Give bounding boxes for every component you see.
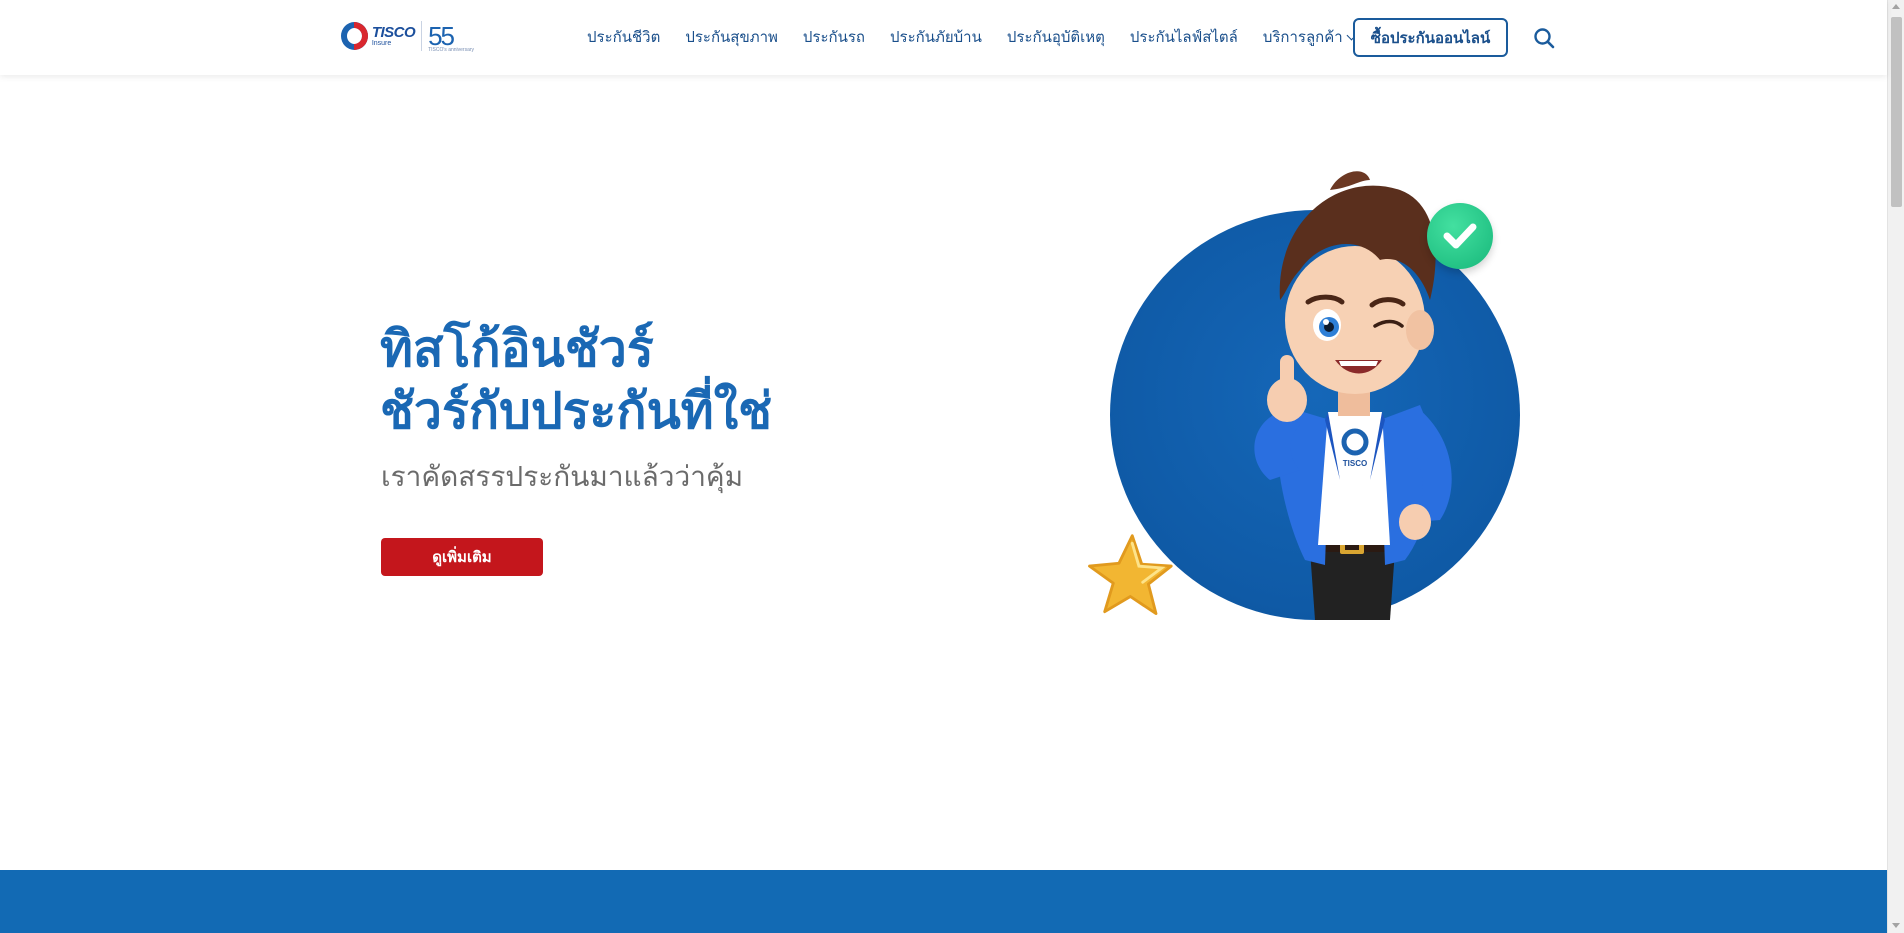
scroll-up-arrow-icon[interactable] — [1892, 4, 1900, 9]
star-icon — [1088, 534, 1173, 616]
hero-title: ทิสโก้อินชัวร์ ชัวร์กับประกันที่ใช่ — [380, 318, 900, 442]
checkmark-badge-icon — [1427, 203, 1493, 269]
tisco-logo[interactable]: TISCO Insure 55 TISCO's anniversary — [341, 19, 475, 53]
svg-text:TISCO: TISCO — [1343, 459, 1367, 468]
nav-item-lifestyle-insurance[interactable]: ประกันไลฟ์สไตล์ — [1130, 25, 1238, 49]
hero-subtitle: เราคัดสรรประกันมาแล้วว่าคุ้ม — [381, 460, 744, 493]
nav-item-customer-service[interactable]: บริการลูกค้า — [1262, 25, 1357, 49]
nav-item-car-insurance[interactable]: ประกันรถ — [803, 25, 865, 49]
tisco-logo-mark — [341, 22, 368, 50]
buy-online-button[interactable]: ซื้อประกันออนไลน์ — [1353, 18, 1508, 57]
hero-title-line2: ชัวร์กับประกันที่ใช่ — [380, 382, 773, 440]
hero-illustration: TISCO — [1080, 150, 1520, 650]
hero-title-line1: ทิสโก้อินชัวร์ — [380, 320, 654, 378]
site-header: TISCO Insure 55 TISCO's anniversary ประก… — [0, 0, 1887, 75]
logo-divider — [421, 21, 423, 51]
search-icon[interactable] — [1533, 27, 1555, 49]
nav-item-home-insurance[interactable]: ประกันภัยบ้าน — [890, 25, 982, 49]
scroll-down-arrow-icon[interactable] — [1892, 923, 1900, 928]
logo-sub: Insure — [371, 40, 392, 47]
bottom-blue-section — [0, 870, 1887, 933]
nav-item-customer-service-label: บริการลูกค้า — [1262, 28, 1343, 46]
logo-brand: TISCO — [371, 24, 416, 41]
see-more-button[interactable]: ดูเพิ่มเติม — [381, 538, 543, 576]
nav-item-accident-insurance[interactable]: ประกันอุบัติเหตุ — [1007, 25, 1105, 49]
main-nav: ประกันชีวิต ประกันสุขภาพ ประกันรถ ประกัน… — [587, 24, 1380, 50]
page: TISCO Insure 55 TISCO's anniversary ประก… — [0, 0, 1904, 933]
vertical-scrollbar[interactable] — [1887, 0, 1904, 933]
nav-item-life-insurance[interactable]: ประกันชีวิต — [587, 25, 660, 49]
scrollbar-thumb[interactable] — [1891, 17, 1902, 207]
nav-item-health-insurance[interactable]: ประกันสุขภาพ — [685, 25, 778, 49]
anniversary-logo: 55 TISCO's anniversary — [428, 21, 475, 53]
